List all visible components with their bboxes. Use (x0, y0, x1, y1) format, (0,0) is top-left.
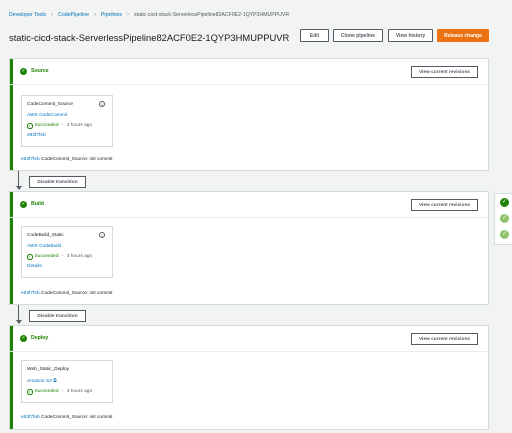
commit-id-link[interactable]: e83f7feb (21, 157, 40, 162)
success-check-icon: ✓ (27, 389, 33, 395)
view-history-button[interactable]: View history (388, 29, 433, 42)
page-title: static-cicd-stack-ServerlessPipeline82AC… (9, 32, 290, 43)
success-check-icon: ✓ (20, 68, 27, 75)
breadcrumb-separator-icon: › (93, 12, 96, 18)
breadcrumb-developer-tools[interactable]: Developer Tools (9, 12, 46, 18)
external-link-icon: ⧉ (53, 379, 57, 384)
action-card: Web_Static_Deploy Amazon S3 ⧉ ✓ Succeede… (21, 360, 113, 403)
stage-commit: e83f7feb CodeCommit_Source: init commit (21, 415, 112, 420)
breadcrumb: Developer Tools › CodePipeline › Pipelin… (9, 12, 289, 18)
status-time: 3 hours ago (66, 389, 93, 395)
stage-header: ✓ Build View current revisions (10, 192, 488, 218)
release-change-button[interactable]: Release change (437, 29, 489, 42)
action-status: ✓ Succeeded - 3 hours ago (27, 389, 93, 395)
action-provider-link[interactable]: AWS CodeBuild (27, 244, 107, 249)
breadcrumb-separator-icon: › (51, 12, 54, 18)
stage-status-deploy-icon[interactable]: ✓ (500, 230, 509, 239)
action-name: CodeCommit_Source (27, 102, 73, 107)
stage-header: ✓ Deploy View current revisions (10, 326, 488, 352)
stage-deploy: ✓ Deploy View current revisions Web_Stat… (9, 325, 489, 430)
breadcrumb-pipelines[interactable]: Pipelines (101, 12, 122, 18)
commit-id-link[interactable]: e83f7feb (21, 415, 40, 420)
stage-name: Deploy (31, 335, 49, 341)
breadcrumb-current: static-cicd-stack-ServerlessPipeline82AC… (134, 12, 290, 18)
view-current-revisions-button[interactable]: View current revisions (411, 66, 478, 78)
transition-connector (18, 171, 19, 186)
commit-message: CodeCommit_Source: init commit (41, 415, 113, 420)
success-check-icon: ✓ (20, 201, 27, 208)
action-provider-link[interactable]: Amazon S3 ⧉ (27, 378, 107, 384)
success-check-icon: ✓ (20, 335, 27, 342)
action-revision-link[interactable]: e83f7feb (27, 133, 107, 138)
clone-pipeline-button[interactable]: Clone pipeline (333, 29, 383, 42)
status-text: Succeeded (34, 123, 59, 129)
disable-transition-button[interactable]: Disable transition (29, 310, 86, 322)
commit-message: CodeCommit_Source: init commit (41, 157, 113, 162)
action-card: CodeCommit_Source i AWS CodeCommit ✓ Suc… (21, 95, 113, 147)
status-text: Succeeded (34, 389, 59, 395)
success-check-icon: ✓ (27, 123, 33, 129)
stage-header: ✓ Source View current revisions (10, 59, 488, 85)
status-text: Succeeded (34, 254, 59, 260)
action-provider-link[interactable]: AWS CodeCommit (27, 113, 107, 118)
action-name: Web_Static_Deploy (27, 367, 70, 372)
stage-name: Source (31, 68, 49, 74)
stage-status-panel: ✓ ✓ ✓ (494, 193, 512, 245)
transition-connector (18, 305, 19, 320)
transition-arrow-icon (15, 320, 22, 324)
commit-message: CodeCommit_Source: init commit (41, 291, 113, 296)
stage-build: ✓ Build View current revisions CodeBuild… (9, 191, 489, 305)
edit-button[interactable]: Edit (300, 29, 329, 42)
stage-source: ✓ Source View current revisions CodeComm… (9, 58, 489, 171)
breadcrumb-separator-icon: › (127, 12, 130, 18)
info-icon[interactable]: i (99, 232, 105, 238)
breadcrumb-codepipeline[interactable]: CodePipeline (58, 12, 89, 18)
action-status: ✓ Succeeded - 3 hours ago (27, 254, 93, 260)
stage-name: Build (31, 201, 44, 207)
disable-transition-button[interactable]: Disable transition (29, 176, 86, 188)
success-check-icon: ✓ (27, 254, 33, 260)
view-current-revisions-button[interactable]: View current revisions (411, 199, 478, 211)
transition-arrow-icon (15, 186, 22, 190)
stage-commit: e83f7feb CodeCommit_Source: init commit (21, 157, 112, 162)
action-card: CodeBuild_Static i AWS CodeBuild ✓ Succe… (21, 226, 113, 278)
stage-commit: e83f7feb CodeCommit_Source: init commit (21, 291, 112, 296)
action-details-link[interactable]: Details (27, 264, 107, 269)
stage-status-source-icon[interactable]: ✓ (500, 198, 509, 207)
commit-id-link[interactable]: e83f7feb (21, 291, 40, 296)
action-status: ✓ Succeeded - 3 hours ago (27, 123, 93, 129)
stage-status-build-icon[interactable]: ✓ (500, 214, 509, 223)
info-icon[interactable]: i (99, 101, 105, 107)
view-current-revisions-button[interactable]: View current revisions (411, 333, 478, 345)
status-time: 3 hours ago (66, 123, 93, 129)
status-time: 3 hours ago (66, 254, 93, 260)
action-name: CodeBuild_Static (27, 233, 64, 238)
